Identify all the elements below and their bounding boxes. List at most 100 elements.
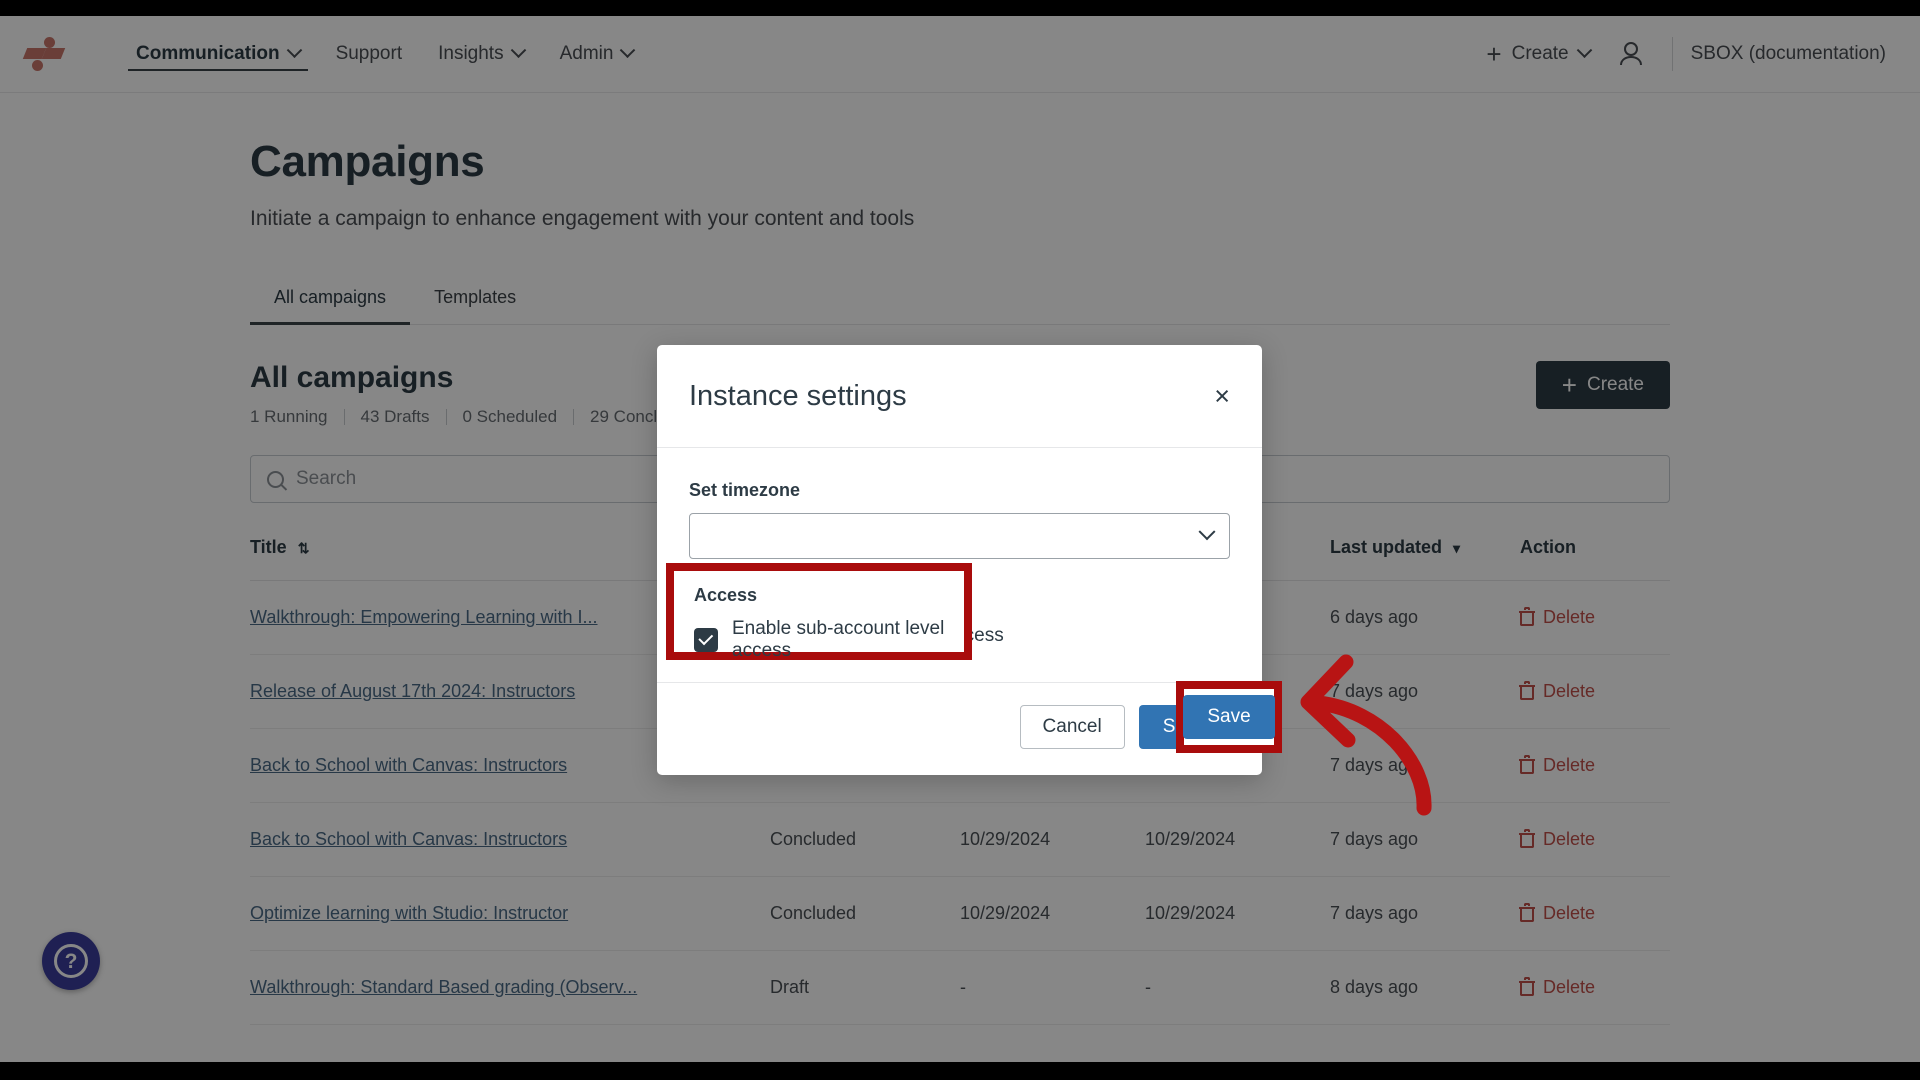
cell-end-date: 10/29/2024 [1145,802,1330,877]
cell-end-date: - [1145,950,1330,1025]
column-header-action: Action [1520,537,1670,581]
campaign-title-link[interactable]: Optimize learning with Studio: Instructo… [250,903,568,923]
trash-icon [1519,606,1535,626]
nav-item-label: Insights [438,43,504,64]
sort-desc-icon: ▾ [1453,540,1461,556]
cell-last-updated: 7 days ago [1330,654,1520,729]
modal-body: Set timezone Access Enable sub-account l… [657,448,1262,648]
stat-drafts: 43 Drafts [360,407,430,426]
cell-action: Delete [1519,654,1670,729]
sub-account-access-checkbox-row[interactable]: Enable sub-account level access [689,624,1230,648]
campaign-title-link[interactable]: Walkthrough: Empowering Learning with I.… [250,607,598,627]
cell-last-updated: 7 days ago [1330,802,1520,877]
delete-label: Delete [1543,607,1596,627]
nav-divider [1671,37,1673,71]
chevron-down-icon [286,41,302,58]
column-header-last-updated[interactable]: Last updated ▾ [1330,537,1520,581]
chevron-down-icon [1576,41,1592,58]
nav-create-button[interactable]: + Create [1468,31,1607,77]
campaign-title-link[interactable]: Back to School with Canvas: Instructors [250,755,567,775]
page-subtitle: Initiate a campaign to enhance engagemen… [250,207,915,230]
cell-title: Optimize learning with Studio: Instructo… [250,876,770,951]
campaign-title-link[interactable]: Walkthrough: Standard Based grading (Obs… [250,977,637,997]
delete-label: Delete [1543,977,1596,997]
tab-templates[interactable]: Templates [410,273,540,324]
section-title: All campaigns [250,361,454,394]
delete-label: Delete [1543,755,1596,775]
nav-item-support[interactable]: Support [318,16,421,93]
stat-running: 1 Running [250,407,328,426]
account-name-label: SBOX (documentation) [1690,43,1886,64]
delete-button[interactable]: Delete [1519,902,1670,924]
cell-last-updated: 7 days ago [1330,876,1520,951]
cell-action: Delete [1519,728,1670,803]
tab-label: All campaigns [274,287,387,307]
table-row: Optimize learning with Studio: Instructo… [250,876,1670,951]
create-button-label: Create [1586,374,1644,395]
delete-button[interactable]: Delete [1519,828,1670,850]
cell-action: Delete [1519,802,1670,877]
cell-action: Delete [1519,580,1670,655]
cell-status: Concluded [770,802,960,877]
help-button[interactable]: ? [42,932,100,990]
close-icon[interactable]: × [1214,382,1230,410]
cell-start-date: - [960,950,1145,1025]
create-campaign-button[interactable]: + Create [1535,361,1670,409]
product-logo-icon[interactable] [22,34,66,74]
chevron-down-icon [510,41,526,58]
access-label: Access [689,589,753,609]
nav-create-label: Create [1511,43,1569,64]
cell-last-updated: 8 days ago [1330,950,1520,1025]
chevron-down-icon [1198,523,1216,541]
checkbox-checked-icon[interactable] [689,624,713,648]
delete-label: Delete [1543,829,1596,849]
delete-button[interactable]: Delete [1519,680,1670,702]
trash-icon [1519,680,1535,700]
page-title: Campaigns [250,137,485,186]
sort-both-icon: ⇅ [297,540,310,556]
campaign-title-link[interactable]: Back to School with Canvas: Instructors [250,829,567,849]
delete-label: Delete [1543,903,1596,923]
nav-item-insights[interactable]: Insights [420,16,541,93]
search-icon [267,470,284,488]
plus-icon: + [1486,39,1502,69]
screen-root: Communication Support Insights Admin + C… [0,0,1920,1080]
sub-account-access-label: Enable sub-account level access [727,625,1004,646]
column-label: Title [250,537,287,557]
delete-button[interactable]: Delete [1519,976,1670,998]
delete-button[interactable]: Delete [1519,754,1670,776]
plus-icon: + [1561,370,1577,400]
top-navigation-bar: Communication Support Insights Admin + C… [0,16,1920,93]
cell-start-date: 10/29/2024 [960,802,1145,877]
application-page: Communication Support Insights Admin + C… [0,16,1920,1062]
modal-footer: Cancel Save [657,682,1262,775]
stat-scheduled: 0 Scheduled [462,407,558,426]
save-button[interactable]: Save [1138,705,1230,749]
modal-title: Instance settings [689,379,907,412]
table-row: Back to School with Canvas: Instructors C… [250,802,1670,877]
cancel-button[interactable]: Cancel [1019,705,1125,749]
nav-item-admin[interactable]: Admin [542,16,652,93]
trash-icon [1519,828,1535,848]
cell-end-date: 10/29/2024 [1145,876,1330,951]
campaign-title-link[interactable]: Release of August 17th 2024: Instructors [250,681,575,701]
section-header-left: All campaigns 1 Running 43 Drafts 0 Sche… [250,361,711,427]
tab-bar: All campaigns Templates [250,273,1670,325]
nav-item-label: Support [335,43,403,64]
tab-all-campaigns[interactable]: All campaigns [250,273,411,325]
table-row: Walkthrough: Standard Based grading (Obs… [250,950,1670,1025]
user-avatar-icon[interactable] [1608,40,1654,68]
delete-button[interactable]: Delete [1519,606,1670,628]
timezone-select[interactable] [689,513,1230,559]
nav-right-cluster: + Create SBOX (documentation) [1468,16,1890,93]
timezone-label: Set timezone [689,480,801,500]
trash-icon [1519,754,1535,774]
nav-item-communication[interactable]: Communication [118,16,318,93]
access-section: Access Enable sub-account level access [689,589,1230,648]
delete-label: Delete [1543,681,1596,701]
cell-status: Draft [770,950,960,1025]
chevron-down-icon [620,41,636,58]
cell-action: Delete [1519,876,1670,951]
cell-last-updated: 7 days ago [1330,728,1520,803]
column-label: Last updated [1330,537,1443,557]
